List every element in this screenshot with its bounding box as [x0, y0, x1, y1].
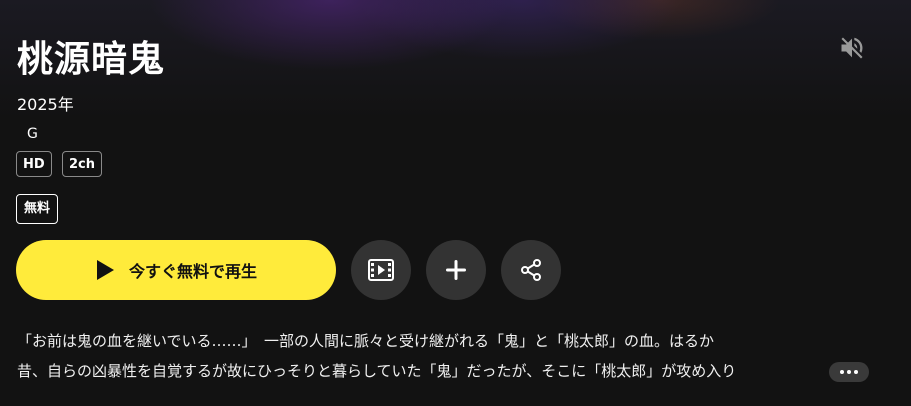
- add-to-list-button[interactable]: [426, 240, 486, 300]
- age-rating: G: [27, 126, 38, 142]
- play-now-label: 今すぐ無料で再生: [128, 262, 257, 281]
- share-button[interactable]: [501, 240, 561, 300]
- more-dot-icon: [847, 370, 851, 374]
- more-dot-icon: [840, 370, 844, 374]
- page-title: 桃源暗鬼: [17, 39, 166, 80]
- trailer-button[interactable]: [351, 240, 411, 300]
- title-detail-page: 桃源暗鬼 2025年 G HD 2ch 無料 今すぐ無料で再生 「お前は鬼の血を…: [0, 0, 911, 406]
- share-icon: [521, 259, 541, 281]
- video-clip-icon: [368, 259, 394, 281]
- speaker-muted-icon: [841, 37, 863, 59]
- plus-icon: [446, 260, 466, 280]
- more-dot-icon: [854, 370, 858, 374]
- hd-badge: HD: [16, 151, 52, 177]
- free-badge: 無料: [16, 194, 59, 224]
- synopsis-line: 「お前は鬼の血を継いでいる……」 一部の人間に脈々と受け継がれる「鬼」と「桃太郎…: [17, 332, 715, 350]
- expand-synopsis-button[interactable]: [829, 362, 869, 382]
- release-year: 2025年: [17, 95, 74, 114]
- audio-badge: 2ch: [62, 151, 103, 177]
- mute-button[interactable]: [834, 30, 870, 66]
- play-icon: [96, 260, 114, 280]
- play-now-button[interactable]: 今すぐ無料で再生: [16, 240, 336, 300]
- synopsis-line: 昔、自らの凶暴性を自覚するが故にひっそりと暮らしていた「鬼」だったが、そこに「桃…: [17, 362, 737, 380]
- synopsis: 「お前は鬼の血を継いでいる……」 一部の人間に脈々と受け継がれる「鬼」と「桃太郎…: [17, 326, 847, 386]
